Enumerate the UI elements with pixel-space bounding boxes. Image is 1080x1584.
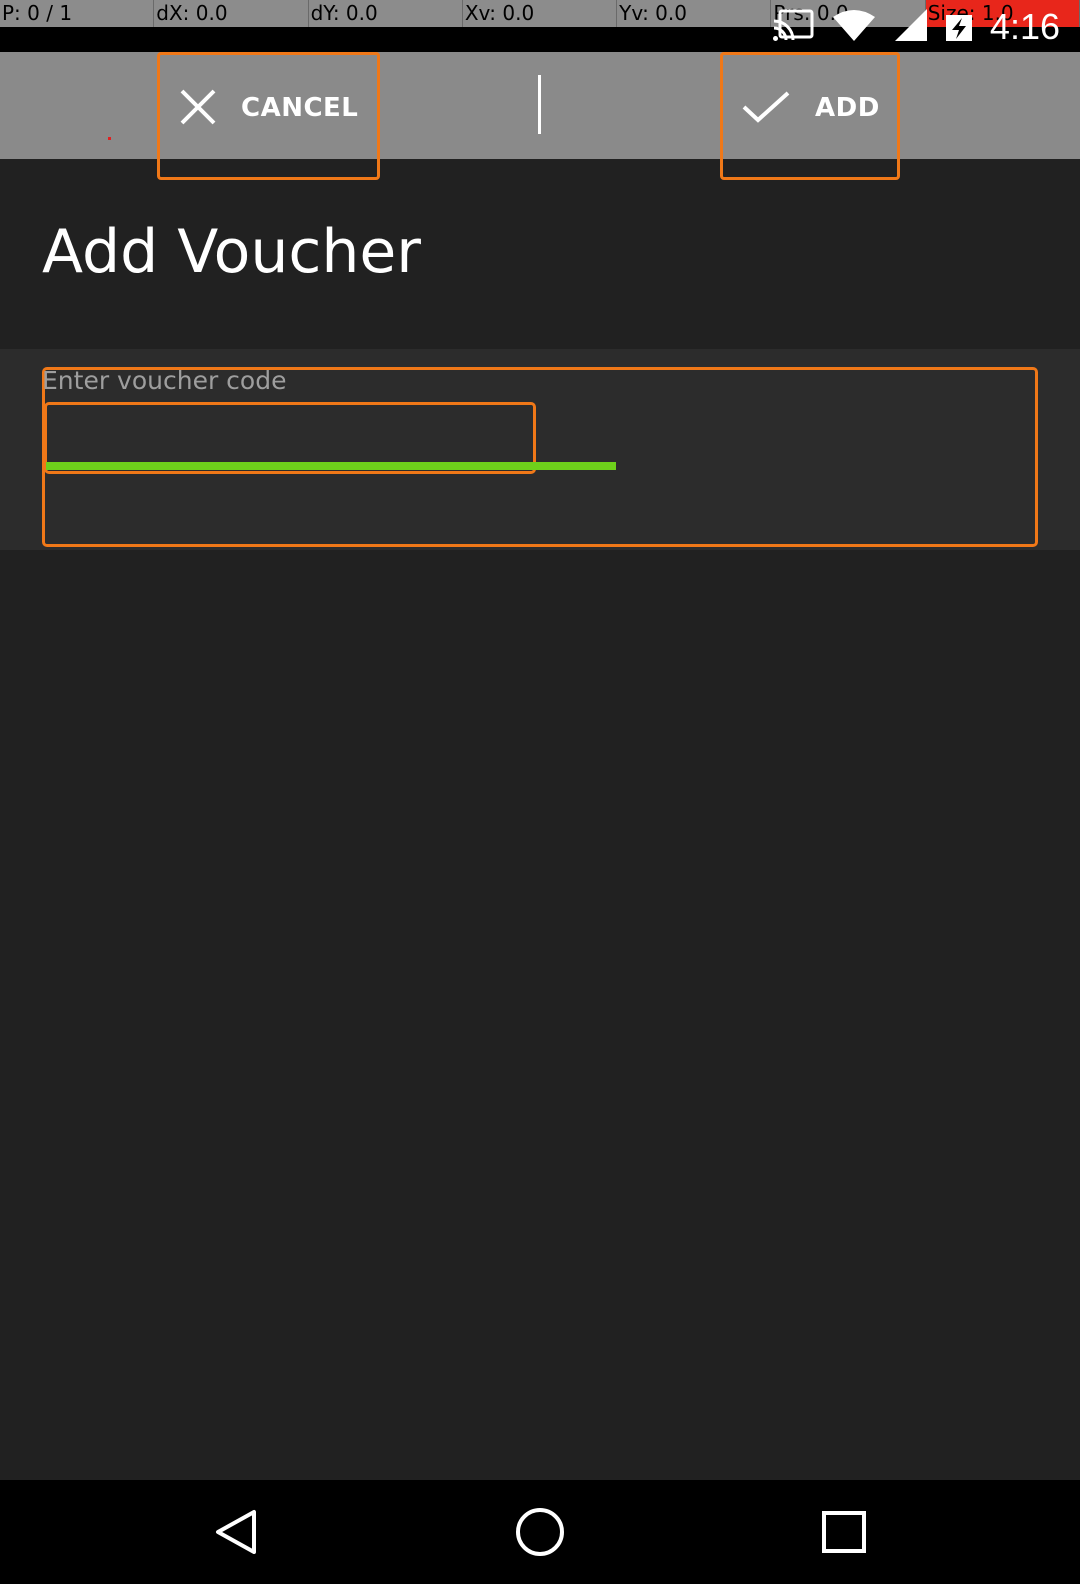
action-toolbar: CANCEL ADD bbox=[0, 52, 1080, 180]
debug-xv: Xv: 0.0 bbox=[462, 0, 618, 27]
status-time: 4:16 bbox=[989, 6, 1060, 47]
back-icon bbox=[210, 1510, 266, 1562]
recents-button[interactable] bbox=[816, 1506, 872, 1558]
cancel-label: CANCEL bbox=[241, 93, 359, 123]
wifi-icon bbox=[832, 9, 876, 45]
home-icon bbox=[512, 1508, 568, 1562]
add-label: ADD bbox=[815, 93, 880, 123]
cast-icon bbox=[772, 8, 814, 46]
close-icon bbox=[176, 85, 220, 133]
battery-charging-icon bbox=[945, 9, 972, 45]
voucher-input-underline bbox=[46, 462, 616, 470]
navigation-bar bbox=[0, 1480, 1080, 1584]
home-button[interactable] bbox=[512, 1506, 568, 1558]
debug-dx: dX: 0.0 bbox=[154, 0, 309, 27]
debug-yv: Yv: 0.0 bbox=[617, 0, 772, 27]
cell-signal-icon bbox=[894, 8, 928, 46]
status-icons: 4:16 bbox=[772, 8, 1060, 46]
debug-dy: dY: 0.0 bbox=[308, 0, 463, 27]
debug-touch-dot bbox=[108, 137, 111, 140]
toolbar-divider bbox=[538, 75, 541, 134]
cancel-button[interactable]: CANCEL bbox=[157, 52, 380, 180]
voucher-input-hint: Enter voucher code bbox=[42, 366, 287, 395]
recents-icon bbox=[816, 1511, 872, 1562]
page-title: Add Voucher bbox=[42, 217, 421, 287]
debug-pointer: P: 0 / 1 bbox=[0, 0, 155, 27]
back-button[interactable] bbox=[210, 1506, 266, 1558]
add-button[interactable]: ADD bbox=[720, 52, 900, 180]
check-icon bbox=[741, 85, 791, 133]
